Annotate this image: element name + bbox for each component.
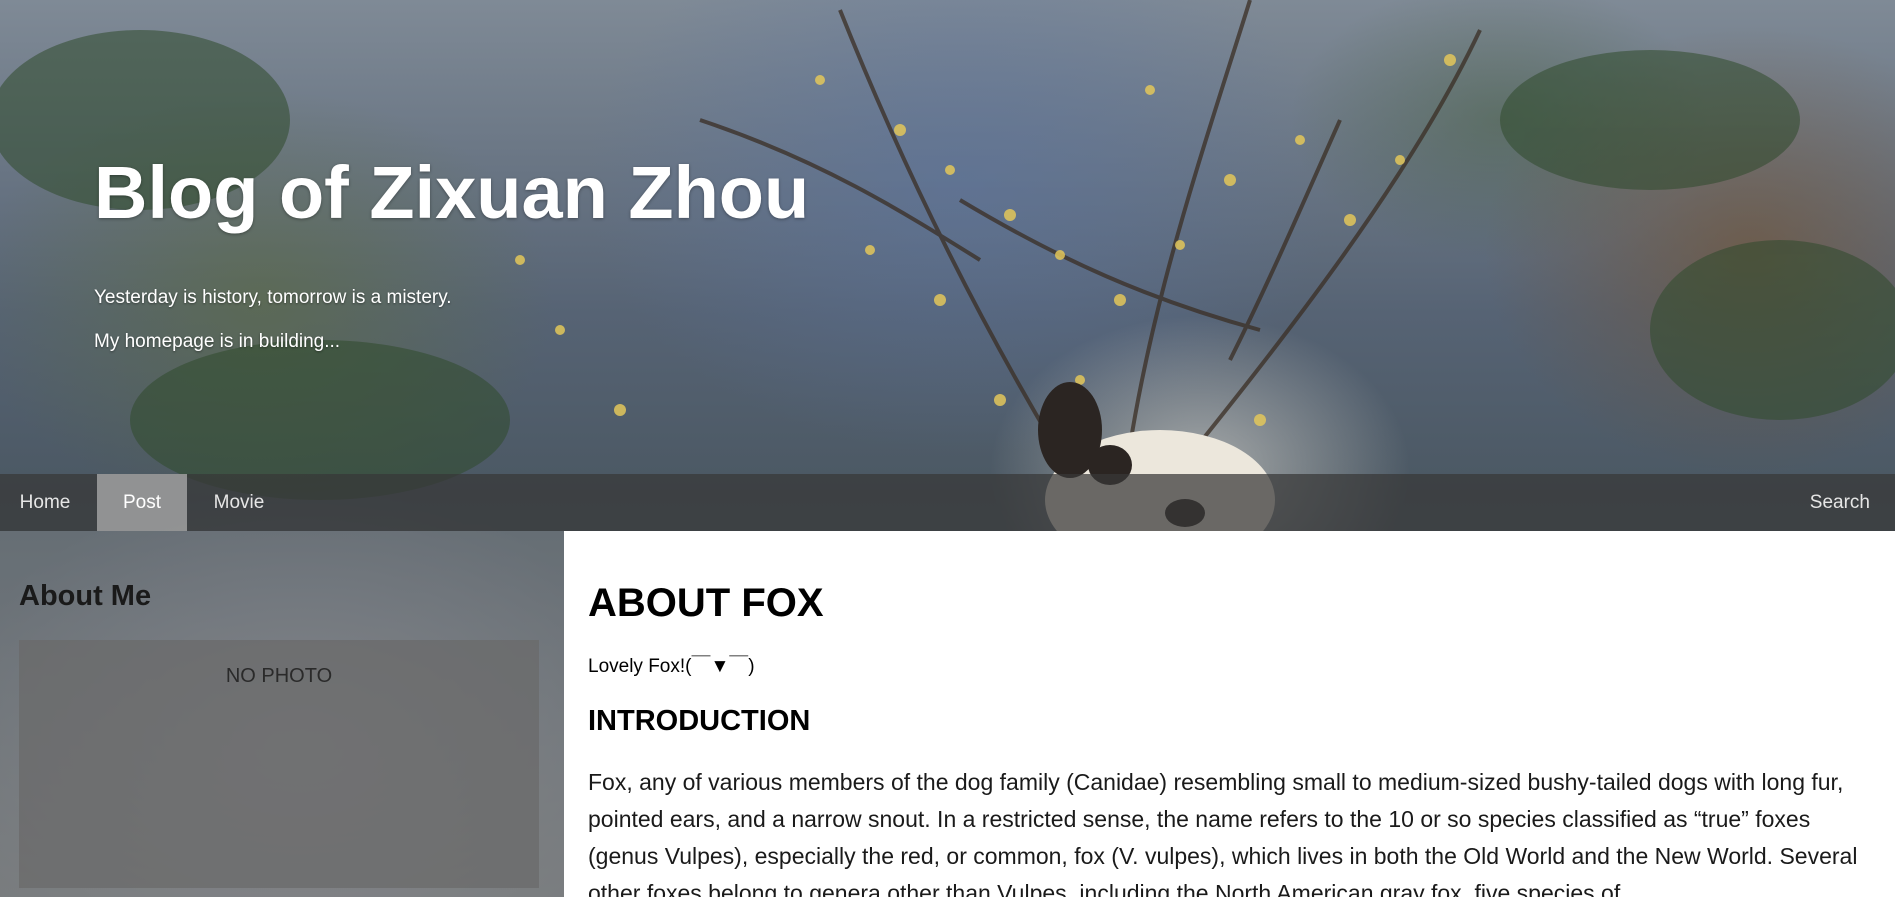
post-body-paragraph: Fox, any of various members of the dog f… <box>588 769 1858 897</box>
post-content: ABOUT FOX Lovely Fox!(￣▼￣) INTRODUCTION … <box>564 531 1895 897</box>
post-subtitle: Lovely Fox!(￣▼￣) <box>588 656 755 677</box>
tagline-history: Yesterday is history, tomorrow is a mist… <box>94 287 452 308</box>
no-photo-label: NO PHOTO <box>225 665 333 687</box>
nav-search[interactable]: Search <box>1780 474 1870 531</box>
about-me-heading: About Me <box>19 580 152 612</box>
nav-movie[interactable]: Movie <box>196 474 282 531</box>
site-header: Blog of Zixuan Zhou Yesterday is history… <box>0 0 1895 474</box>
main-navbar: Home Post Movie Search <box>0 474 1895 531</box>
section-title-introduction: INTRODUCTION <box>588 705 811 737</box>
tagline-building: My homepage is in building... <box>94 331 341 352</box>
post-title: ABOUT FOX <box>588 581 824 625</box>
sidebar: About Me NO PHOTO <box>0 531 564 897</box>
nav-home[interactable]: Home <box>0 474 90 531</box>
profile-photo-placeholder: NO PHOTO <box>19 640 539 888</box>
nav-post[interactable]: Post <box>97 474 187 531</box>
site-title: Blog of Zixuan Zhou <box>94 151 810 234</box>
